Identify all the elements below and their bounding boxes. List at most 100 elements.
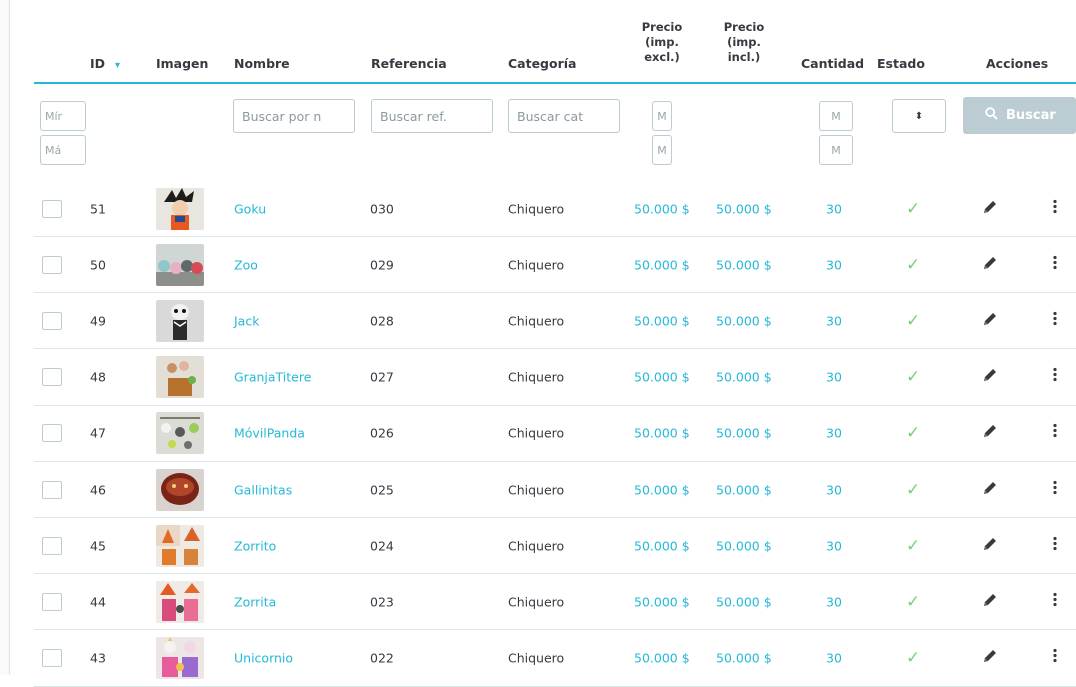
quantity-link[interactable]: 30 <box>826 313 842 328</box>
status-check-icon[interactable]: ✓ <box>906 367 920 387</box>
row-select-checkbox[interactable] <box>42 480 62 499</box>
quantity-link[interactable]: 30 <box>826 201 842 216</box>
price-incl-link[interactable]: 50.000 $ <box>716 538 772 553</box>
pencil-icon[interactable] <box>982 255 998 275</box>
more-vertical-icon[interactable] <box>1052 591 1058 612</box>
pencil-icon[interactable] <box>982 311 998 331</box>
product-id: 48 <box>90 369 106 385</box>
column-name[interactable]: Nombre <box>234 56 290 71</box>
product-category: Chiquero <box>508 313 565 329</box>
status-check-icon[interactable]: ✓ <box>906 648 920 668</box>
product-name-link[interactable]: Gallinitas <box>234 482 292 497</box>
status-check-icon[interactable]: ✓ <box>906 255 920 275</box>
price-excl-link[interactable]: 50.000 $ <box>634 651 690 666</box>
quantity-link[interactable]: 30 <box>826 257 842 272</box>
product-name-link[interactable]: Zorrito <box>234 538 276 553</box>
status-check-icon[interactable]: ✓ <box>906 423 920 443</box>
price-incl-link[interactable]: 50.000 $ <box>716 370 772 385</box>
product-name-link[interactable]: Jack <box>234 313 259 328</box>
reference-search-input[interactable] <box>371 99 493 133</box>
more-vertical-icon[interactable] <box>1052 648 1058 669</box>
row-select-checkbox[interactable] <box>42 368 62 387</box>
chevron-down-icon[interactable]: ▾ <box>115 60 120 71</box>
status-check-icon[interactable]: ✓ <box>906 199 920 219</box>
row-select-checkbox[interactable] <box>42 199 62 218</box>
product-category: Chiquero <box>508 425 565 441</box>
price-excl-link[interactable]: 50.000 $ <box>634 370 690 385</box>
product-name-link[interactable]: MóvilPanda <box>234 426 305 441</box>
more-vertical-icon[interactable] <box>1052 423 1058 444</box>
quantity-link[interactable]: 30 <box>826 370 842 385</box>
pencil-icon[interactable] <box>982 423 998 443</box>
select-arrows-icon: ⬍ <box>914 110 924 122</box>
product-thumbnail <box>156 637 204 680</box>
more-vertical-icon[interactable] <box>1052 310 1058 331</box>
quantity-max-input[interactable] <box>819 135 853 165</box>
price-incl-link[interactable]: 50.000 $ <box>716 651 772 666</box>
price-incl-link[interactable]: 50.000 $ <box>716 257 772 272</box>
column-id[interactable]: ID ▾ <box>90 56 120 71</box>
price-excl-link[interactable]: 50.000 $ <box>634 313 690 328</box>
column-price-excl[interactable]: Precio (imp. excl.) <box>636 20 688 65</box>
price-excl-link[interactable]: 50.000 $ <box>634 482 690 497</box>
status-check-icon[interactable]: ✓ <box>906 311 920 331</box>
quantity-link[interactable]: 30 <box>826 651 842 666</box>
more-vertical-icon[interactable] <box>1052 479 1058 500</box>
id-min-input[interactable] <box>40 101 86 131</box>
price-excl-link[interactable]: 50.000 $ <box>634 257 690 272</box>
quantity-link[interactable]: 30 <box>826 426 842 441</box>
product-name-link[interactable]: Zoo <box>234 257 258 272</box>
name-search-input[interactable] <box>233 99 355 133</box>
pencil-icon[interactable] <box>982 480 998 500</box>
row-select-checkbox[interactable] <box>42 592 62 611</box>
quantity-link[interactable]: 30 <box>826 538 842 553</box>
pencil-icon[interactable] <box>982 367 998 387</box>
product-name-link[interactable]: Goku <box>234 201 266 216</box>
column-status[interactable]: Estado <box>877 56 925 71</box>
column-price-incl[interactable]: Precio (imp. incl.) <box>718 20 770 65</box>
search-button[interactable]: Buscar <box>963 97 1076 134</box>
price-max-input[interactable] <box>652 135 672 165</box>
pencil-icon[interactable] <box>982 592 998 612</box>
product-name-link[interactable]: GranjaTitere <box>234 370 311 385</box>
id-max-input[interactable] <box>40 135 86 165</box>
more-vertical-icon[interactable] <box>1052 198 1058 219</box>
row-select-checkbox[interactable] <box>42 255 62 274</box>
status-select[interactable]: ⬍ <box>892 99 946 133</box>
product-name-link[interactable]: Zorrita <box>234 594 276 609</box>
price-excl-link[interactable]: 50.000 $ <box>634 201 690 216</box>
price-excl-link[interactable]: 50.000 $ <box>634 426 690 441</box>
quantity-link[interactable]: 30 <box>826 594 842 609</box>
table-row: 44 Zorrita 023 Chiquero 50.000 $ 50.000 … <box>34 574 1076 631</box>
quantity-link[interactable]: 30 <box>826 482 842 497</box>
product-category: Chiquero <box>508 538 565 554</box>
pencil-icon[interactable] <box>982 648 998 668</box>
status-check-icon[interactable]: ✓ <box>906 480 920 500</box>
price-min-input[interactable] <box>652 101 672 131</box>
category-search-input[interactable] <box>508 99 620 133</box>
price-excl-link[interactable]: 50.000 $ <box>634 594 690 609</box>
more-vertical-icon[interactable] <box>1052 254 1058 275</box>
status-check-icon[interactable]: ✓ <box>906 536 920 556</box>
pencil-icon[interactable] <box>982 199 998 219</box>
price-incl-link[interactable]: 50.000 $ <box>716 426 772 441</box>
row-select-checkbox[interactable] <box>42 536 62 555</box>
product-name-link[interactable]: Unicornio <box>234 651 293 666</box>
price-incl-link[interactable]: 50.000 $ <box>716 482 772 497</box>
row-select-checkbox[interactable] <box>42 424 62 443</box>
price-incl-link[interactable]: 50.000 $ <box>716 594 772 609</box>
left-panel-edge <box>0 0 10 675</box>
row-select-checkbox[interactable] <box>42 311 62 330</box>
column-quantity[interactable]: Cantidad <box>801 56 864 71</box>
price-incl-link[interactable]: 50.000 $ <box>716 201 772 216</box>
row-select-checkbox[interactable] <box>42 649 62 668</box>
column-category[interactable]: Categoría <box>508 56 576 71</box>
status-check-icon[interactable]: ✓ <box>906 592 920 612</box>
quantity-min-input[interactable] <box>819 101 853 131</box>
column-reference[interactable]: Referencia <box>371 56 447 71</box>
more-vertical-icon[interactable] <box>1052 535 1058 556</box>
price-incl-link[interactable]: 50.000 $ <box>716 313 772 328</box>
price-excl-link[interactable]: 50.000 $ <box>634 538 690 553</box>
more-vertical-icon[interactable] <box>1052 367 1058 388</box>
pencil-icon[interactable] <box>982 536 998 556</box>
